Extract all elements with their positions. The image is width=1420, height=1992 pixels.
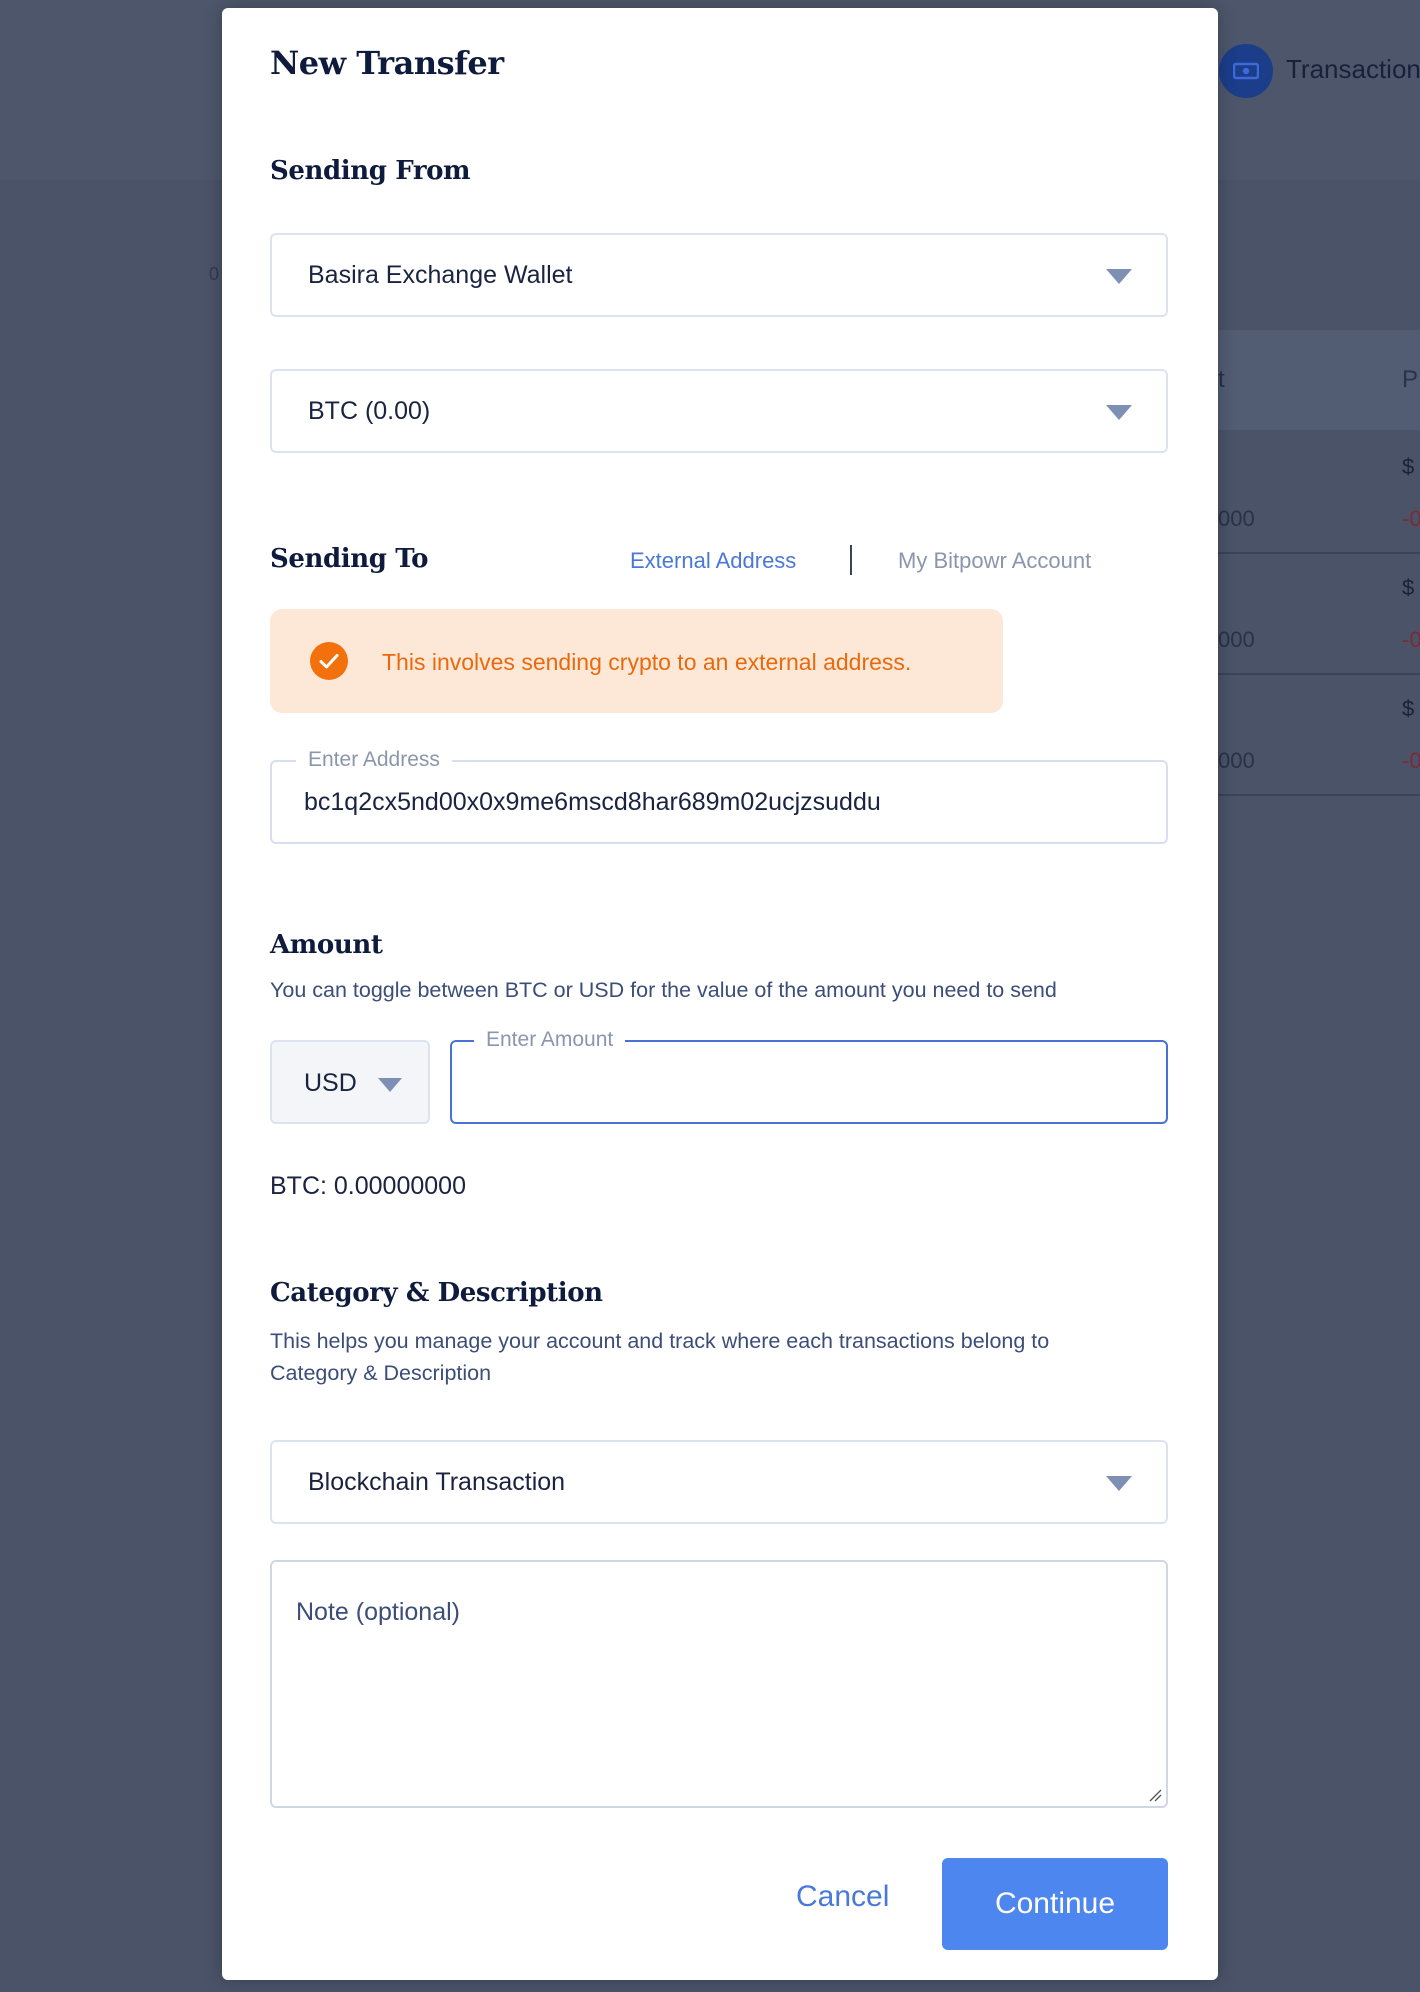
row-usd: $ — [1402, 696, 1415, 721]
tab-my-bitpowr-account[interactable]: My Bitpowr Account — [898, 548, 1091, 574]
transactions-nav-label[interactable]: Transactions — [1286, 54, 1420, 85]
row-change: -0 — [1402, 506, 1420, 531]
check-circle-icon — [310, 642, 348, 680]
address-value[interactable]: bc1q2cx5nd00x0x9me6mscd8har689m02ucjzsud… — [304, 788, 881, 817]
asset-select-value: BTC (0.00) — [308, 397, 431, 425]
background-table-header: t P — [1218, 330, 1420, 430]
row-change: -0 — [1402, 748, 1420, 773]
category-help-line-1: This helps you manage your account and t… — [270, 1329, 1050, 1353]
row-usd: $ — [1402, 454, 1415, 479]
banknote-icon — [1233, 62, 1259, 80]
background-table-row: 000 $ -0 — [1218, 674, 1420, 796]
background-left-digit: 0 — [209, 264, 220, 284]
currency-value: USD — [304, 1069, 357, 1097]
notice-text: This involves sending crypto to an exter… — [382, 649, 912, 675]
wallet-select[interactable]: Basira Exchange Wallet — [270, 233, 1168, 317]
tab-divider — [850, 545, 852, 575]
asset-select[interactable]: BTC (0.00) — [270, 369, 1168, 453]
chevron-down-icon — [1106, 405, 1132, 420]
modal-title: New Transfer — [270, 44, 504, 82]
wallet-select-value: Basira Exchange Wallet — [308, 261, 573, 289]
external-address-notice: This involves sending crypto to an exter… — [270, 609, 1003, 713]
note-textarea[interactable] — [272, 1562, 1166, 1806]
chevron-down-icon — [378, 1078, 402, 1092]
sending-to-heading: Sending To — [270, 544, 429, 574]
continue-button[interactable]: Continue — [942, 1858, 1168, 1950]
category-help-text: This helps you manage your account and t… — [270, 1325, 1170, 1389]
background-column-header: P — [1402, 366, 1419, 393]
background-column-header: t — [1218, 366, 1225, 393]
address-field[interactable]: Enter Address bc1q2cx5nd00x0x9me6mscd8ha… — [270, 748, 1168, 844]
row-usd: $ — [1402, 575, 1415, 600]
resize-handle-icon[interactable] — [1148, 1788, 1162, 1802]
category-select[interactable]: Blockchain Transaction — [270, 1440, 1168, 1524]
row-amount: 000 — [1218, 627, 1255, 652]
category-heading: Category & Description — [270, 1278, 603, 1308]
sending-from-heading: Sending From — [270, 156, 471, 186]
transactions-nav-icon[interactable] — [1219, 44, 1273, 98]
amount-help-text: You can toggle between BTC or USD for th… — [270, 978, 1057, 1002]
cancel-button[interactable]: Cancel — [796, 1880, 889, 1914]
chevron-down-icon — [1106, 269, 1132, 284]
category-help-line-2: Category & Description — [270, 1361, 492, 1385]
address-label: Enter Address — [296, 748, 452, 772]
amount-heading: Amount — [270, 930, 383, 960]
amount-field[interactable]: Enter Amount — [450, 1028, 1168, 1124]
background-table-row: 000 $ -0 — [1218, 432, 1420, 554]
currency-toggle[interactable]: USD — [270, 1040, 430, 1124]
category-select-value: Blockchain Transaction — [308, 1468, 566, 1496]
row-amount: 000 — [1218, 748, 1255, 773]
amount-input[interactable] — [468, 1060, 1152, 1106]
amount-label: Enter Amount — [474, 1028, 626, 1052]
new-transfer-modal: New Transfer Sending From Basira Exchang… — [222, 8, 1218, 1980]
background-table-row: 000 $ -0 — [1218, 553, 1420, 675]
row-change: -0 — [1402, 627, 1420, 652]
note-field[interactable] — [270, 1560, 1168, 1808]
btc-equivalent: BTC: 0.00000000 — [270, 1172, 466, 1200]
chevron-down-icon — [1106, 1476, 1132, 1491]
tab-external-address[interactable]: External Address — [630, 548, 796, 574]
row-amount: 000 — [1218, 506, 1255, 531]
